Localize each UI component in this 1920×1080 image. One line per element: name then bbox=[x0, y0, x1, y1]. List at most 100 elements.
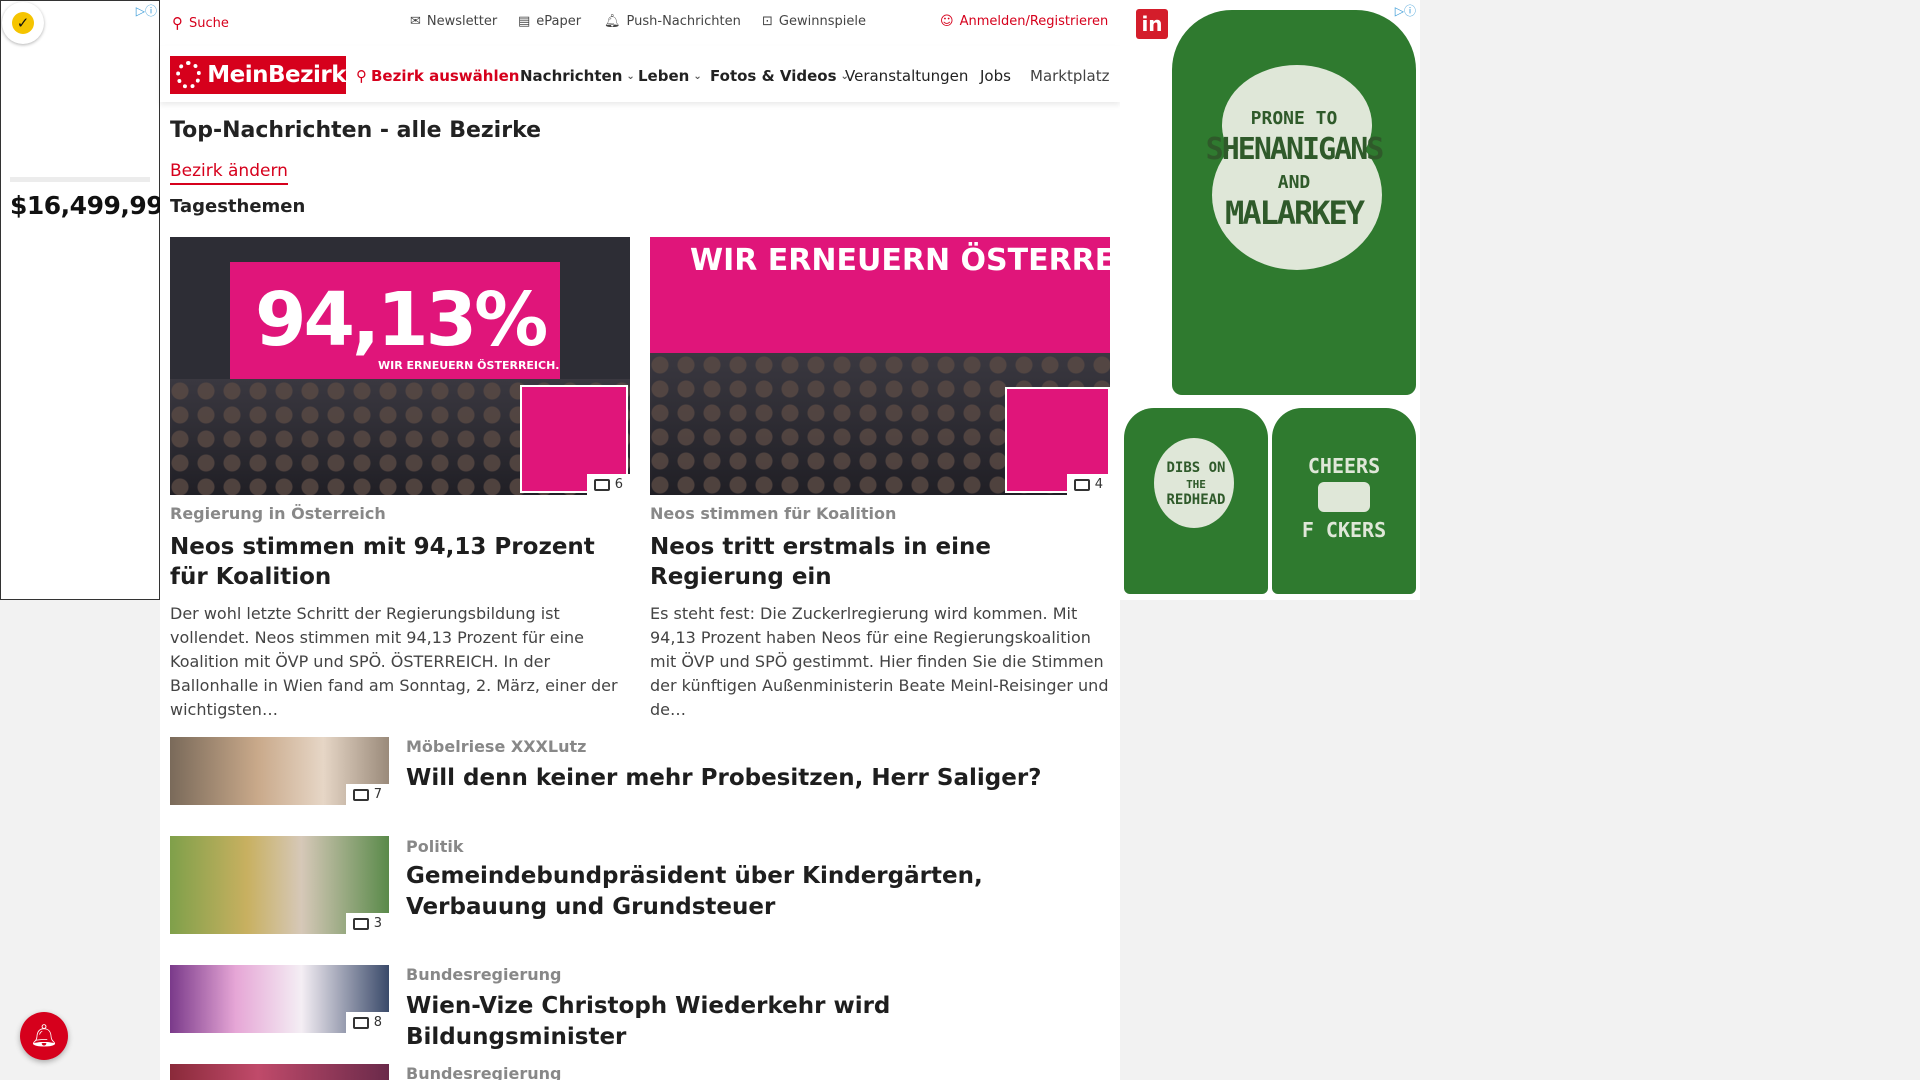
image-gallery-icon bbox=[352, 917, 369, 930]
newsletter-label: Newsletter bbox=[426, 14, 498, 29]
nav-label: Nachrichten bbox=[520, 67, 623, 85]
ad-badge[interactable]: ✓ bbox=[2, 2, 44, 44]
article-headline[interactable]: Neos stimmen mit 94,13 Prozent für Koali… bbox=[170, 532, 630, 592]
chevron-down-icon: ⌄ bbox=[693, 70, 702, 82]
newspaper-icon: ▤ bbox=[518, 14, 531, 29]
search-label: Suche bbox=[189, 15, 229, 31]
list-item[interactable]: 7 Möbelriese XXXLutz Will denn keiner me… bbox=[170, 737, 1110, 805]
push-notifications-link[interactable]: 🔔︎ Push-Nachrichten bbox=[604, 14, 741, 29]
article-headline[interactable]: Will denn keiner mehr Probesitzen, Herr … bbox=[406, 763, 1106, 794]
main-navigation: MeinBezirk ⚲ Bezirk auswählen Nachrichte… bbox=[160, 46, 1120, 102]
newsletter-link[interactable]: ✉ Newsletter bbox=[410, 14, 497, 29]
article-thumbnail[interactable]: 3 bbox=[170, 836, 389, 934]
adchoices-icon[interactable]: ▷ⓘ bbox=[136, 2, 157, 19]
article-category[interactable]: Bundesregierung bbox=[406, 1064, 561, 1080]
gallery-count: 4 bbox=[1094, 477, 1103, 492]
article-headline[interactable]: Gemeindebundpräsident über Kindergärten,… bbox=[406, 861, 1106, 923]
gallery-count: 6 bbox=[614, 477, 623, 492]
nav-item-nachrichten[interactable]: Nachrichten ⌄ bbox=[520, 67, 635, 85]
article-thumbnail[interactable] bbox=[170, 1064, 389, 1080]
main-shirt-image[interactable]: PRONE TO SHENANIGANS AND MALARKEY bbox=[1172, 10, 1416, 395]
image-gallery-icon bbox=[1073, 478, 1090, 491]
image-caption-subtext: WIR ERNEUERN ÖSTERREICH. bbox=[378, 359, 560, 372]
notification-bell-button[interactable]: 🔔︎ bbox=[20, 1012, 68, 1060]
envelope-icon: ✉ bbox=[410, 14, 421, 29]
shirt-text: SHENANIGANS bbox=[1205, 132, 1385, 167]
list-item[interactable]: Bundesregierung bbox=[170, 1064, 1110, 1080]
gallery-count: 7 bbox=[373, 787, 382, 802]
epaper-label: ePaper bbox=[536, 14, 582, 29]
article-category[interactable]: Politik bbox=[406, 837, 463, 856]
gallery-count-badge: 3 bbox=[345, 913, 389, 934]
section-heading: Tagesthemen bbox=[170, 196, 306, 217]
nav-item-fotos-videos[interactable]: Fotos & Videos ⌄ bbox=[710, 67, 849, 85]
nav-item-marktplatz[interactable]: Marktplatz bbox=[1030, 67, 1110, 85]
image-caption-text: 94,13% bbox=[255, 277, 548, 363]
bezirk-select[interactable]: ⚲ Bezirk auswählen bbox=[356, 67, 519, 85]
shirt-text: CHEERS bbox=[1307, 454, 1381, 478]
bell-icon: 🔔︎ bbox=[30, 1023, 58, 1049]
login-link[interactable]: ☺ Anmelden/Registrieren bbox=[940, 14, 1108, 29]
bell-icon: 🔔︎ bbox=[604, 14, 621, 29]
search-button[interactable]: ⚲ Suche bbox=[172, 14, 229, 32]
shirt-text: REDHEAD bbox=[1166, 492, 1226, 508]
flower-logo-icon bbox=[176, 61, 202, 89]
location-pin-icon: ⚲ bbox=[356, 67, 367, 85]
gewinnspiele-link[interactable]: ⊡ Gewinnspiele bbox=[762, 14, 866, 29]
article-teaser: Es steht fest: Die Zuckerlregierung wird… bbox=[650, 604, 1109, 719]
shirt-image-dibs[interactable]: DIBS ON THE REDHEAD bbox=[1124, 408, 1268, 594]
bezirk-label: Bezirk auswählen bbox=[371, 67, 520, 85]
left-ad-banner[interactable]: ✓ ▷ⓘ $16,499,999 bbox=[0, 0, 181, 600]
nav-label: Leben bbox=[638, 67, 690, 85]
ad-faint-text bbox=[10, 177, 150, 182]
nav-label: Fotos & Videos bbox=[710, 67, 837, 85]
article-headline[interactable]: Neos tritt erstmals in eine Regierung ei… bbox=[650, 532, 1110, 592]
shirt-text: THE bbox=[1186, 478, 1206, 491]
shirt-image-cheers[interactable]: CHEERS F CKERS bbox=[1272, 408, 1416, 594]
checkmark-icon: ✓ bbox=[12, 12, 34, 34]
image-gallery-icon bbox=[593, 478, 610, 491]
list-item[interactable]: 3 Politik Gemeindebundpräsident über Kin… bbox=[170, 836, 1110, 934]
adchoices-icon[interactable]: ▷ⓘ bbox=[1395, 2, 1416, 19]
gallery-count-badge: 8 bbox=[345, 1012, 389, 1033]
article-category[interactable]: Bundesregierung bbox=[406, 965, 561, 984]
nav-item-jobs[interactable]: Jobs bbox=[980, 67, 1011, 85]
nav-item-leben[interactable]: Leben ⌄ bbox=[638, 67, 702, 85]
meinbezirk-logo[interactable]: MeinBezirk bbox=[170, 56, 346, 94]
gewinnspiele-label: Gewinnspiele bbox=[778, 14, 866, 29]
top-utility-bar: ⚲ Suche ✉ Newsletter ▤ ePaper 🔔︎ Push-Na… bbox=[160, 0, 1120, 46]
article-teaser: Der wohl letzte Schritt der Regierungsbi… bbox=[170, 604, 618, 719]
article-card[interactable]: 94,13% WIR ERNEUERN ÖSTERREICH. 6 Regier… bbox=[170, 237, 630, 722]
gift-icon: ⊡ bbox=[762, 14, 773, 29]
shirt-text: PRONE TO bbox=[1250, 108, 1338, 129]
article-headline[interactable]: Wien-Vize Christoph Wiederkehr wird Bild… bbox=[406, 991, 1106, 1053]
article-thumbnail[interactable]: 7 bbox=[170, 737, 389, 805]
image-gallery-icon bbox=[352, 1016, 369, 1029]
article-category[interactable]: Neos stimmen für Koalition bbox=[650, 504, 1110, 523]
image-gallery-icon bbox=[352, 788, 369, 801]
article-image[interactable]: WIR ERNEUERN ÖSTERREICH 4 bbox=[650, 237, 1110, 495]
nav-label: Jobs bbox=[980, 67, 1011, 85]
gallery-count-badge: 6 bbox=[586, 474, 630, 495]
epaper-link[interactable]: ▤ ePaper bbox=[518, 14, 581, 29]
main-column: ⚲ Suche ✉ Newsletter ▤ ePaper 🔔︎ Push-Na… bbox=[160, 0, 1120, 1080]
brand-logo: in bbox=[1136, 9, 1168, 39]
push-label: Push-Nachrichten bbox=[626, 14, 741, 29]
chevron-down-icon: ⌄ bbox=[626, 70, 635, 82]
shirt-text: MALARKEY bbox=[1224, 194, 1365, 232]
right-ad-banner[interactable]: in ▷ⓘ PRONE TO SHENANIGANS AND MALARKEY … bbox=[1120, 0, 1420, 600]
article-thumbnail[interactable]: 8 bbox=[170, 965, 389, 1033]
article-image[interactable]: 94,13% WIR ERNEUERN ÖSTERREICH. 6 bbox=[170, 237, 630, 495]
shirt-text: AND bbox=[1277, 172, 1311, 193]
article-category[interactable]: Möbelriese XXXLutz bbox=[406, 737, 586, 756]
nav-item-veranstaltungen[interactable]: Veranstaltungen bbox=[845, 67, 968, 85]
shirt-text: DIBS ON bbox=[1166, 460, 1226, 476]
change-district-link[interactable]: Bezirk ändern bbox=[170, 161, 288, 185]
nav-label: Veranstaltungen bbox=[845, 67, 969, 85]
article-card[interactable]: WIR ERNEUERN ÖSTERREICH 4 Neos stimmen f… bbox=[650, 237, 1110, 722]
logo-text: MeinBezirk bbox=[207, 62, 346, 88]
list-item[interactable]: 8 Bundesregierung Wien-Vize Christoph Wi… bbox=[170, 965, 1110, 1050]
gallery-count-badge: 7 bbox=[345, 784, 389, 805]
article-category[interactable]: Regierung in Österreich bbox=[170, 504, 630, 523]
gallery-count: 8 bbox=[373, 1015, 382, 1030]
